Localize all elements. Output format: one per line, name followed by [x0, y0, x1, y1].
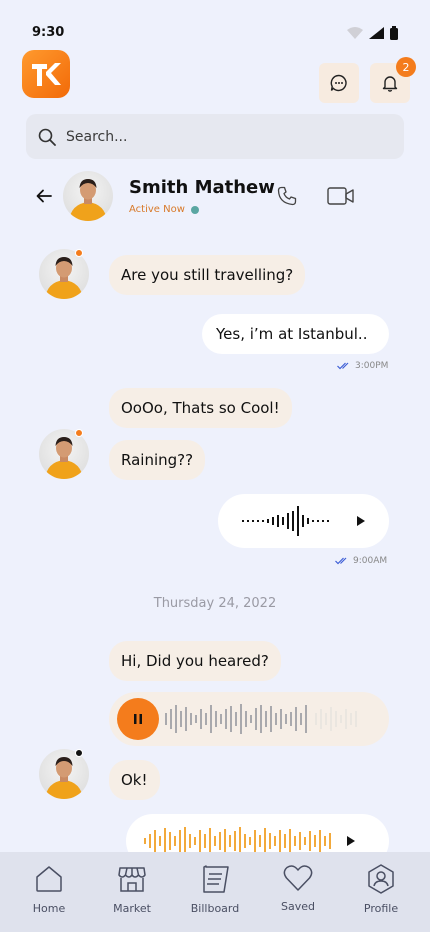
profile-icon: [368, 864, 394, 894]
message-incoming: Ok!: [109, 760, 160, 800]
search-bar[interactable]: [26, 114, 404, 159]
message-text: OoOo, Thats so Cool!: [121, 399, 280, 417]
message-text: Raining??: [121, 451, 194, 469]
pause-icon: [134, 714, 142, 724]
message-outgoing: Yes, i’m at Istanbul..: [202, 314, 389, 354]
tab-saved[interactable]: Saved: [263, 864, 333, 913]
presence-dot: [75, 429, 83, 437]
app-logo[interactable]: [22, 50, 70, 98]
message-text: Hi, Did you heared?: [121, 652, 269, 670]
presence-dot: [75, 249, 83, 257]
video-icon: [326, 187, 354, 205]
tab-home[interactable]: Home: [14, 864, 84, 915]
notification-badge: 2: [396, 57, 416, 77]
status-time: 9:30: [32, 25, 65, 40]
double-check-icon: [337, 362, 349, 370]
message-text: Yes, i’m at Istanbul..: [216, 325, 368, 343]
contact-name: Smith Mathew: [129, 177, 275, 198]
person-avatar-image: [45, 437, 83, 479]
message-text: Are you still travelling?: [121, 266, 294, 284]
market-icon: [118, 867, 146, 892]
contact-avatar[interactable]: [63, 171, 113, 221]
message-meta: 9:00AM: [335, 556, 387, 566]
message-time: 9:00AM: [353, 556, 388, 566]
search-icon: [38, 128, 56, 146]
billboard-icon: [203, 865, 229, 893]
phone-icon: [277, 186, 297, 206]
waveform-icon: [242, 506, 329, 536]
contact-status-text: Active Now: [129, 204, 185, 215]
sender-avatar[interactable]: [39, 749, 89, 799]
notifications-button[interactable]: 2: [370, 57, 416, 103]
tab-label: Home: [32, 902, 66, 915]
message-incoming: OoOo, Thats so Cool!: [109, 388, 292, 428]
home-icon: [36, 866, 62, 892]
play-icon[interactable]: [346, 836, 356, 846]
presence-dot: [75, 749, 83, 757]
wifi-icon: [347, 27, 363, 39]
message-incoming: Raining??: [109, 440, 206, 480]
person-avatar-image: [45, 757, 83, 799]
chat-icon: [330, 74, 347, 92]
tab-label: Billboard: [190, 902, 240, 915]
message-text: Ok!: [121, 771, 148, 789]
back-arrow-icon: [36, 189, 52, 203]
video-call-button[interactable]: [326, 184, 354, 208]
signal-icon: [369, 27, 384, 39]
sender-avatar[interactable]: [39, 429, 89, 479]
pause-button[interactable]: [117, 698, 159, 740]
tab-label: Profile: [363, 902, 399, 915]
person-avatar-image: [69, 179, 107, 221]
tab-billboard[interactable]: Billboard: [180, 864, 250, 915]
contact-status: Active Now: [129, 204, 199, 215]
bottom-tab-bar: Home Market Billboard Saved Profile: [0, 852, 430, 932]
double-check-icon: [335, 557, 347, 565]
voice-message-outgoing[interactable]: [218, 494, 389, 548]
back-button[interactable]: [34, 186, 54, 206]
tab-market[interactable]: Market: [97, 864, 167, 915]
logo-mark: [32, 63, 61, 86]
message-incoming: Are you still travelling?: [109, 255, 306, 295]
heart-icon: [283, 865, 313, 891]
play-icon[interactable]: [356, 516, 366, 526]
status-icons: [347, 26, 398, 40]
status-bar: 9:30: [0, 0, 430, 46]
messages-button[interactable]: [319, 63, 359, 103]
date-separator: Thursday 24, 2022: [153, 596, 277, 611]
voice-call-button[interactable]: [275, 184, 299, 208]
online-indicator: [190, 205, 199, 214]
message-meta: 3:00PM: [337, 361, 388, 371]
message-incoming: Hi, Did you heared?: [109, 641, 281, 681]
person-avatar-image: [45, 257, 83, 299]
tab-label: Market: [113, 902, 151, 915]
bell-icon: [382, 76, 398, 92]
tab-profile[interactable]: Profile: [346, 864, 416, 915]
search-input[interactable]: [66, 128, 366, 145]
message-time: 3:00PM: [355, 361, 389, 371]
waveform-icon: [165, 704, 357, 734]
sender-avatar[interactable]: [39, 249, 89, 299]
voice-message-incoming[interactable]: [109, 692, 389, 746]
battery-icon: [390, 26, 398, 40]
tab-label: Saved: [281, 900, 315, 913]
